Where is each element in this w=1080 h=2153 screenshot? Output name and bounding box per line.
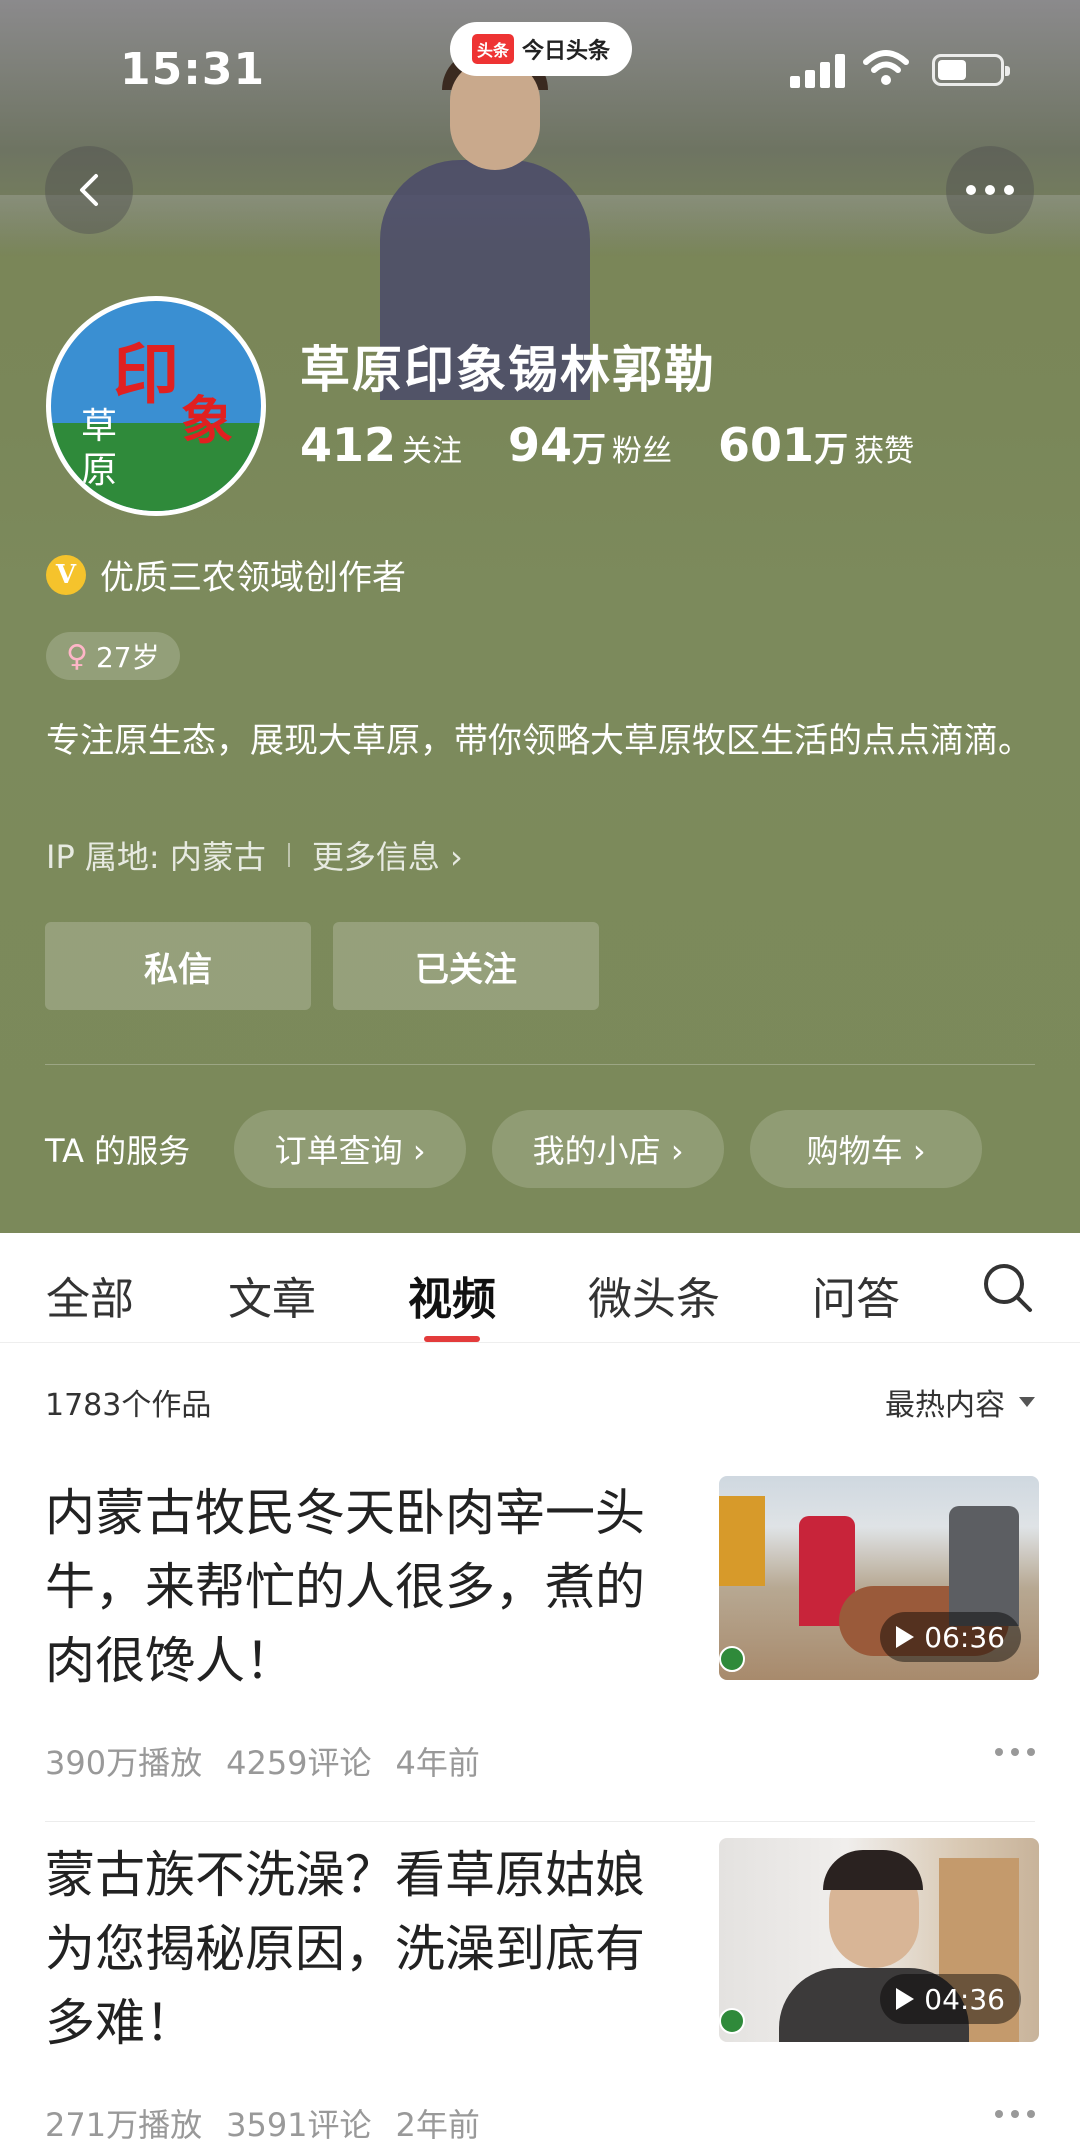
- channel-logo-icon: [719, 1646, 745, 1672]
- channel-logo-icon: [719, 2008, 745, 2034]
- tab-qa[interactable]: 问答: [812, 1263, 900, 1327]
- stat-number: 412: [300, 418, 397, 472]
- chevron-left-icon: [80, 174, 98, 206]
- works-count-row: 1783个作品 最热内容: [45, 1380, 1035, 1424]
- content-tabs: 全部 文章 视频 微头条 问答: [0, 1233, 1080, 1343]
- toutiao-logo-icon: 头条: [471, 34, 514, 64]
- avatar-char: 象: [181, 391, 234, 452]
- verification-badge[interactable]: V 优质三农领域创作者: [46, 550, 406, 599]
- play-count: 390万播放: [45, 1744, 203, 1782]
- stat-number: 601: [718, 418, 815, 472]
- tab-micro-posts[interactable]: 微头条: [588, 1263, 720, 1327]
- video-thumbnail[interactable]: 04:36: [719, 1838, 1039, 2042]
- female-icon: ♀: [66, 638, 88, 674]
- stat-label: 粉丝: [612, 434, 673, 469]
- profile-name: 草原印象锡林郭勒: [300, 341, 716, 399]
- stat-unit: 万: [814, 430, 849, 470]
- publish-time: 4年前: [395, 1744, 480, 1782]
- stat-followers[interactable]: 94万 粉丝: [508, 418, 672, 472]
- tab-videos[interactable]: 视频: [408, 1263, 496, 1327]
- profile-header: 15:31 头条 今日头条 印 象 草 原 草原印象锡林郭勒 412 关注 94…: [0, 0, 1080, 1233]
- app-badge[interactable]: 头条 今日头条: [450, 22, 632, 76]
- stat-following[interactable]: 412 关注: [300, 418, 462, 472]
- tab-articles[interactable]: 文章: [228, 1263, 316, 1327]
- status-bar: 15:31 头条 今日头条: [0, 0, 1080, 140]
- item-meta: 390万播放 4259评论 4年前: [45, 1738, 480, 1784]
- play-count: 271万播放: [45, 2106, 203, 2144]
- verification-text: 优质三农领域创作者: [100, 558, 406, 598]
- avatar-char: 印: [113, 335, 179, 413]
- stat-unit: 万: [572, 430, 607, 470]
- divider: [45, 1821, 1035, 1822]
- more-options-button[interactable]: [946, 146, 1034, 234]
- ellipsis-icon: [966, 185, 1014, 195]
- video-thumbnail[interactable]: 06:36: [719, 1476, 1039, 1680]
- message-button[interactable]: 私信: [45, 922, 311, 1010]
- item-title[interactable]: 蒙古族不洗澡？看草原姑娘为您揭秘原因，洗澡到底有多难！: [45, 1838, 645, 2060]
- sort-dropdown[interactable]: 最热内容: [885, 1380, 1035, 1424]
- stat-number: 94: [508, 418, 573, 472]
- video-duration: 04:36: [880, 1974, 1021, 2024]
- item-more-icon[interactable]: [995, 1748, 1035, 1756]
- profile-stats: 412 关注 94万 粉丝 601万 获赞: [300, 418, 914, 472]
- profile-bio: 专注原生态，展现大草原，带你领略大草原牧区生活的点点滴滴。: [46, 721, 1032, 761]
- my-shop-button[interactable]: 我的小店 ›: [492, 1110, 725, 1188]
- cart-button[interactable]: 购物车 ›: [750, 1110, 983, 1188]
- search-icon[interactable]: [978, 1258, 1038, 1318]
- more-info-link[interactable]: 更多信息 ›: [312, 832, 463, 878]
- publish-time: 2年前: [395, 2106, 480, 2144]
- divider: [287, 843, 290, 867]
- order-query-button[interactable]: 订单查询 ›: [234, 1110, 467, 1188]
- play-icon: [896, 1626, 915, 1648]
- caret-down-icon: [1019, 1397, 1035, 1407]
- duration-text: 06:36: [924, 1620, 1005, 1654]
- ip-location: IP 属地: 内蒙古: [46, 838, 266, 876]
- comment-count: 4259评论: [226, 1744, 372, 1782]
- comment-count: 3591评论: [226, 2106, 372, 2144]
- services-label: TA 的服务: [45, 1132, 191, 1170]
- age-text: 27岁: [95, 641, 160, 674]
- play-icon: [896, 1988, 915, 2010]
- video-duration: 06:36: [880, 1612, 1021, 1662]
- duration-text: 04:36: [924, 1982, 1005, 2016]
- tab-all[interactable]: 全部: [46, 1263, 134, 1327]
- active-tab-indicator: [424, 1336, 480, 1342]
- followed-button[interactable]: 已关注: [333, 922, 599, 1010]
- stat-label: 关注: [402, 434, 463, 469]
- divider: [45, 1064, 1035, 1065]
- item-meta: 271万播放 3591评论 2年前: [45, 2100, 480, 2146]
- item-title[interactable]: 内蒙古牧民冬天卧肉宰一头牛，来帮忙的人很多，煮的肉很馋人！: [45, 1476, 645, 1698]
- status-time: 15:31: [120, 44, 266, 95]
- wifi-icon: [863, 50, 909, 85]
- cellular-signal-icon: [790, 52, 846, 88]
- back-button[interactable]: [45, 146, 133, 234]
- services-row: TA 的服务 订单查询 › 我的小店 › 购物车 ›: [45, 1110, 983, 1188]
- sort-label: 最热内容: [885, 1388, 1005, 1423]
- avatar[interactable]: 印 象 草 原: [46, 296, 266, 516]
- app-name: 今日头条: [522, 39, 611, 64]
- avatar-char: 原: [81, 450, 118, 491]
- item-more-icon[interactable]: [995, 2110, 1035, 2118]
- battery-icon: [932, 54, 1010, 86]
- age-tag: ♀ 27岁: [46, 632, 180, 680]
- verified-v-icon: V: [46, 554, 86, 595]
- stat-label: 获赞: [854, 434, 915, 469]
- works-count: 1783个作品: [45, 1388, 212, 1423]
- ip-location-row: IP 属地: 内蒙古 更多信息 ›: [46, 832, 463, 878]
- stat-likes[interactable]: 601万 获赞: [718, 418, 914, 472]
